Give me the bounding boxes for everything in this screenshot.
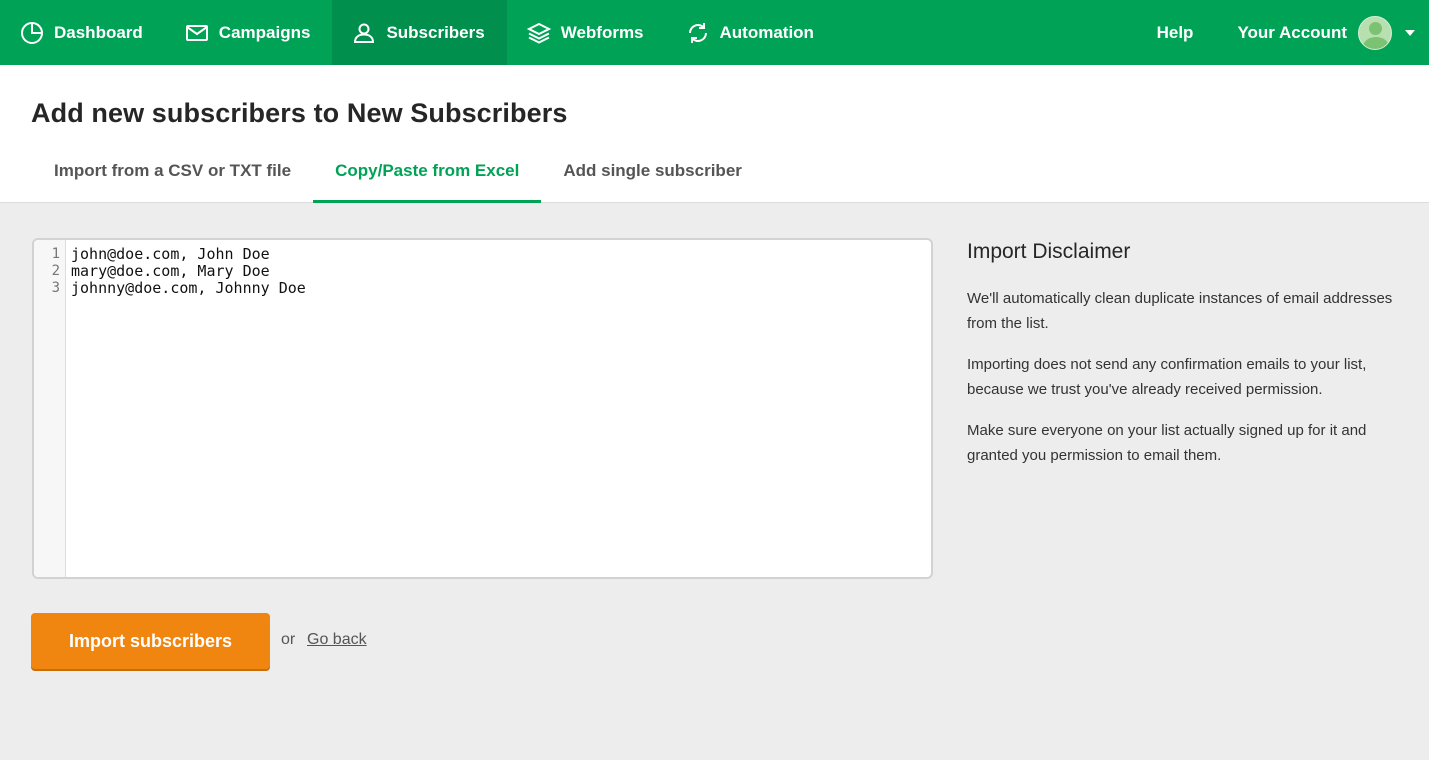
chevron-down-icon — [1405, 29, 1415, 36]
editor-content[interactable]: john@doe.com, John Doe mary@doe.com, Mar… — [66, 240, 306, 577]
help-link[interactable]: Help — [1157, 23, 1194, 43]
import-subscribers-button[interactable]: Import subscribers — [31, 613, 270, 669]
editor-line: johnny@doe.com, Johnny Doe — [71, 279, 306, 297]
nav-right: Help Your Account — [1157, 0, 1429, 65]
import-disclaimer: Import Disclaimer We'll automatically cl… — [967, 240, 1407, 484]
user-icon — [352, 21, 376, 45]
nav-webforms[interactable]: Webforms — [507, 0, 666, 65]
nav-automation-label: Automation — [719, 22, 814, 42]
line-number-gutter: 1 2 3 — [34, 240, 66, 577]
page-header: Add new subscribers to New Subscribers I… — [0, 65, 1429, 203]
line-number: 3 — [51, 280, 60, 296]
avatar — [1358, 15, 1392, 50]
tab-copy-paste-excel[interactable]: Copy/Paste from Excel — [313, 151, 542, 203]
disclaimer-paragraph: We'll automatically clean duplicate inst… — [967, 290, 1393, 332]
import-method-tabs: Import from a CSV or TXT file Copy/Paste… — [32, 151, 764, 203]
nav-dashboard[interactable]: Dashboard — [0, 0, 165, 65]
disclaimer-paragraph: Importing does not send any confirmation… — [967, 356, 1367, 398]
nav-webforms-label: Webforms — [560, 22, 644, 42]
dashboard-pie-icon — [20, 21, 44, 45]
editor-line: mary@doe.com, Mary Doe — [71, 262, 270, 280]
or-text: or — [281, 631, 296, 648]
nav-campaigns-label: Campaigns — [218, 22, 311, 42]
editor-line: john@doe.com, John Doe — [71, 245, 270, 263]
nav-subscribers-label: Subscribers — [386, 22, 485, 42]
envelope-icon — [185, 21, 209, 45]
subscriber-paste-editor[interactable]: 1 2 3 john@doe.com, John Doe mary@doe.co… — [32, 238, 933, 579]
disclaimer-title: Import Disclaimer — [967, 240, 1131, 263]
disclaimer-paragraph: Make sure everyone on your list actually… — [967, 422, 1367, 464]
line-number: 1 — [51, 246, 60, 262]
tab-add-single-subscriber[interactable]: Add single subscriber — [541, 151, 764, 203]
go-back-link[interactable]: Go back — [307, 631, 367, 649]
top-navigation: Dashboard Campaigns Subscribers Webforms… — [0, 0, 1429, 65]
tab-import-csv[interactable]: Import from a CSV or TXT file — [32, 151, 313, 203]
nav-automation[interactable]: Automation — [666, 0, 836, 65]
layers-icon — [526, 21, 551, 45]
nav-dashboard-label: Dashboard — [54, 22, 143, 42]
line-number: 2 — [51, 263, 60, 279]
account-menu[interactable]: Your Account — [1237, 15, 1415, 50]
nav-subscribers[interactable]: Subscribers — [332, 0, 507, 65]
account-label: Your Account — [1237, 22, 1347, 42]
page-title: Add new subscribers to New Subscribers — [31, 98, 568, 128]
refresh-icon — [686, 21, 710, 45]
nav-campaigns[interactable]: Campaigns — [165, 0, 333, 65]
